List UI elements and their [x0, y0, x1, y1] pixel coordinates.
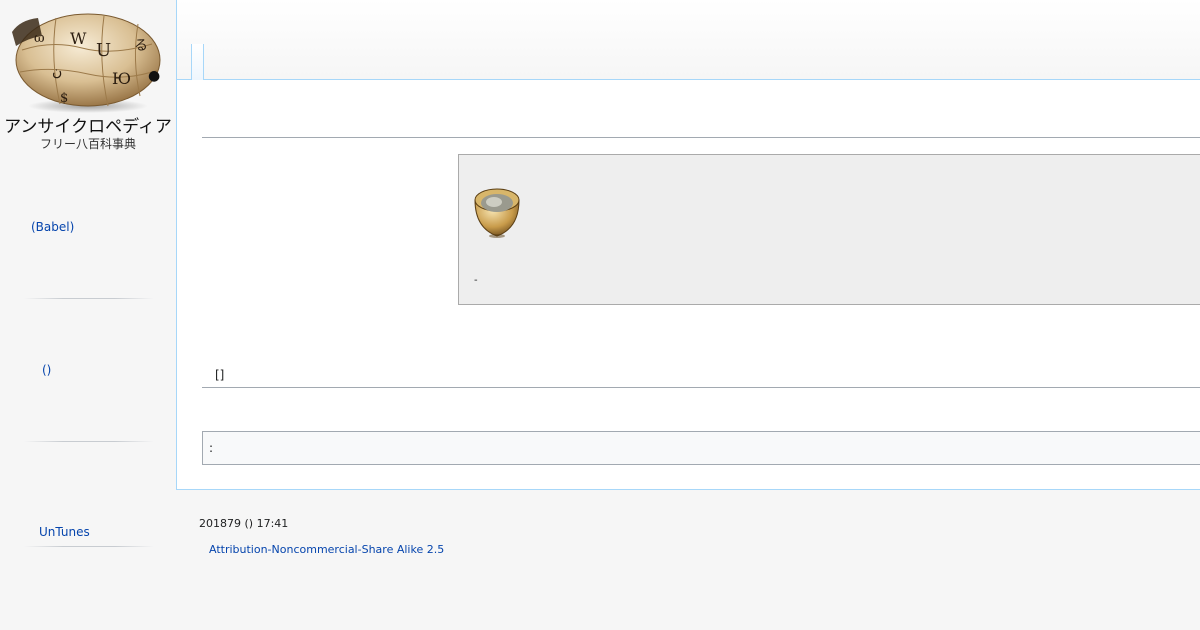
- sidebar-link-untunes[interactable]: UnTunes: [39, 525, 90, 539]
- site-title: アンサイクロペディア: [4, 117, 172, 137]
- notice-text: -: [474, 275, 478, 286]
- title-divider: [202, 137, 1200, 138]
- svg-text:W: W: [70, 29, 87, 48]
- sidebar-link-babel[interactable]: (Babel): [31, 220, 74, 234]
- footer-last-modified: 201879 () 17:41: [199, 517, 289, 530]
- sidebar-divider: [24, 298, 154, 299]
- svg-text:U: U: [96, 40, 111, 61]
- site-tagline: フリー八百科事典: [39, 137, 136, 151]
- site-logo[interactable]: ω W U る ن Ю $ ● アンサイクロペディア フリー八百科事典: [0, 0, 176, 160]
- svg-text:$: $: [60, 91, 68, 106]
- svg-text:●: ●: [148, 68, 160, 84]
- category-label: :: [209, 441, 214, 455]
- svg-text:Ю: Ю: [112, 69, 131, 88]
- sake-cup-icon: [474, 188, 520, 238]
- sidebar-link-paren[interactable]: (): [42, 363, 51, 377]
- notice-box: -: [458, 154, 1200, 305]
- svg-text:ω: ω: [34, 31, 45, 46]
- section-edit-link[interactable]: []: [215, 368, 224, 382]
- sidebar: ω W U る ن Ю $ ● アンサイクロペディア フリー八百科事典 (Bab…: [0, 0, 176, 630]
- category-links: :: [202, 431, 1200, 465]
- footer-license-link[interactable]: Attribution-Noncommercial-Share Alike 2.…: [209, 543, 444, 556]
- svg-text:る: る: [134, 38, 148, 54]
- sidebar-divider: [24, 546, 154, 547]
- content-panel: - [] :: [176, 0, 1200, 490]
- sidebar-divider: [24, 441, 154, 442]
- section-divider: [202, 387, 1200, 388]
- page-header: [177, 0, 1200, 80]
- svg-text:ن: ن: [52, 64, 62, 80]
- header-tab-edge: [191, 44, 204, 80]
- puzzle-globe-icon: ω W U る ن Ю $ ●: [12, 13, 161, 113]
